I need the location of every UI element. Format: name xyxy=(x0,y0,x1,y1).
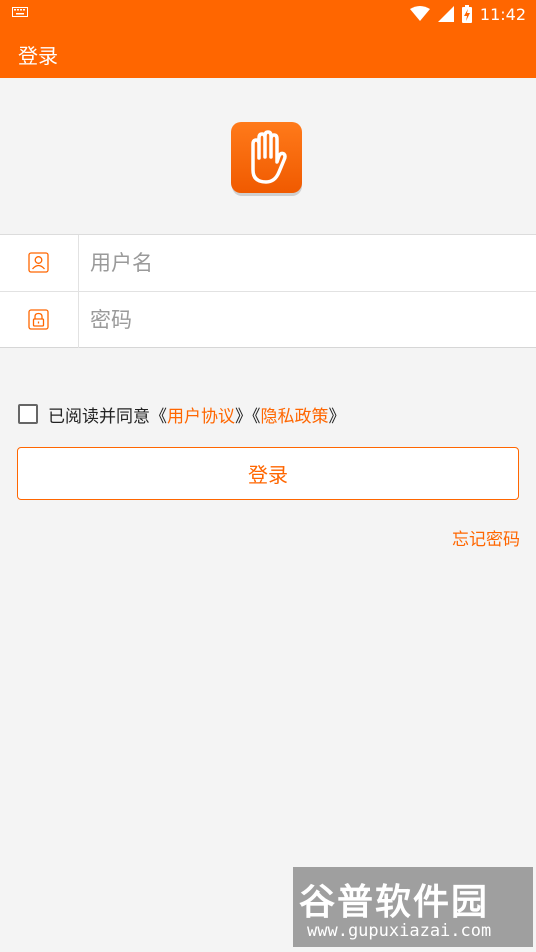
hand-stop-icon xyxy=(231,122,302,196)
wifi-icon xyxy=(409,6,430,21)
username-row xyxy=(0,235,536,291)
signal-icon xyxy=(437,6,454,22)
watermark-title: 谷普软件园 xyxy=(299,882,490,923)
user-icon xyxy=(28,252,49,273)
status-bar: 11:42 xyxy=(0,0,536,28)
user-agreement-link[interactable]: 用户协议 xyxy=(167,402,235,427)
battery-charging-icon xyxy=(461,5,472,23)
agreement-row: 已阅读并同意《 用户协议 》《 隐私政策 》 xyxy=(18,402,346,427)
agreement-middle: 》《 xyxy=(235,406,261,427)
agreement-prefix: 已阅读并同意《 xyxy=(48,406,167,427)
app-bar: 登录 xyxy=(0,28,536,78)
forgot-password-link[interactable]: 忘记密码 xyxy=(452,525,520,550)
agreement-suffix: 》 xyxy=(328,406,346,427)
agreement-checkbox[interactable] xyxy=(18,404,38,424)
lock-icon xyxy=(28,309,49,330)
password-row xyxy=(0,292,536,348)
page-title: 登录 xyxy=(18,44,58,68)
watermark: 谷普软件园 www.gupuxiazai.com xyxy=(293,867,533,947)
keyboard-icon xyxy=(12,7,28,17)
login-form xyxy=(0,234,536,348)
login-button[interactable]: 登录 xyxy=(17,447,519,500)
watermark-url: www.gupuxiazai.com xyxy=(307,921,492,941)
clock: 11:42 xyxy=(479,4,526,24)
privacy-policy-link[interactable]: 隐私政策 xyxy=(261,402,329,427)
username-input[interactable] xyxy=(90,245,520,281)
password-input[interactable] xyxy=(90,302,520,338)
